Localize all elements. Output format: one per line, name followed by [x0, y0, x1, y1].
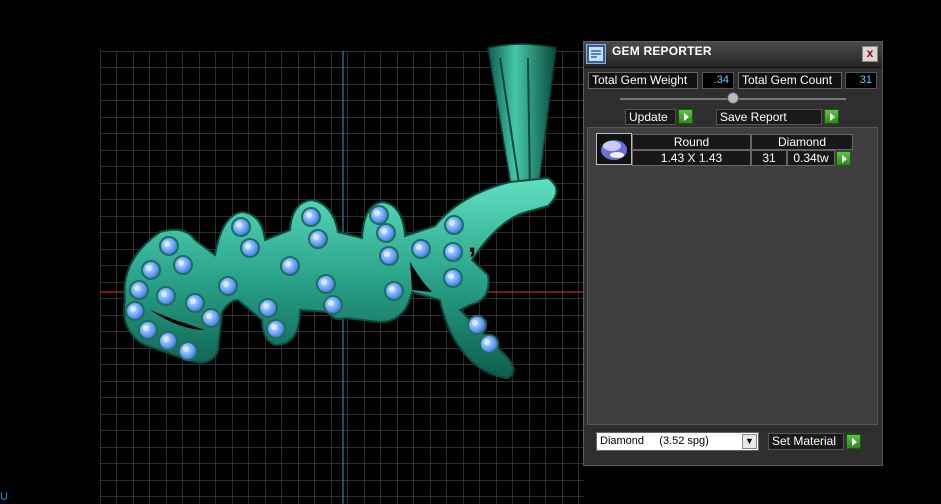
gem-reporter-panel[interactable]: GEM REPORTER x Total Gem Weight .34 Tota…: [583, 41, 883, 466]
gem-highlight: [381, 228, 387, 234]
gem-highlight: [416, 244, 422, 250]
update-button[interactable]: Update: [625, 109, 676, 125]
gem-highlight: [285, 261, 291, 267]
gem-report-table: Round 1.43 X 1.43 Diamond 31 0.34tw: [587, 127, 878, 425]
gem-shape-cell: Round: [632, 134, 751, 150]
gem-highlight: [161, 291, 167, 297]
round-gem-icon: [596, 133, 632, 165]
gem-weight-cell: 0.34tw: [787, 150, 835, 166]
gem-highlight: [143, 325, 149, 331]
gem-highlight: [223, 281, 229, 287]
gem-material-cell: Diamond: [751, 134, 853, 150]
gem-highlight: [389, 286, 395, 292]
set-material-button[interactable]: Set Material: [768, 433, 844, 450]
gem-highlight: [313, 234, 319, 240]
viewport-corner-label: U: [0, 491, 8, 503]
gem-highlight: [472, 320, 478, 326]
gem-highlight: [448, 247, 454, 253]
gem-highlight: [321, 279, 327, 285]
gem-highlight: [384, 251, 390, 257]
gem-highlight: [130, 306, 136, 312]
gem-size-cell: 1.43 X 1.43: [632, 150, 751, 166]
gem-highlight: [245, 243, 251, 249]
save-report-arrow-icon[interactable]: [824, 109, 839, 124]
gem-highlight: [263, 303, 269, 309]
gem-reporter-icon: [586, 44, 606, 64]
update-arrow-icon[interactable]: [678, 109, 693, 124]
save-report-button[interactable]: Save Report: [716, 109, 822, 125]
gem-highlight: [206, 313, 212, 319]
panel-title: GEM REPORTER: [612, 44, 712, 58]
total-gem-weight-label: Total Gem Weight: [588, 72, 698, 89]
gem-highlight: [484, 339, 490, 345]
gem-highlight: [146, 265, 152, 271]
gem-highlight: [190, 298, 196, 304]
material-select[interactable]: Diamond (3.52 spg) ▼: [596, 432, 759, 451]
gem-highlight: [448, 273, 454, 279]
gem-highlight: [178, 260, 184, 266]
svg-text:,: ,: [468, 226, 476, 259]
total-gem-weight-value[interactable]: .34: [702, 72, 734, 89]
gem-highlight: [134, 285, 140, 291]
gem-highlight: [271, 324, 277, 330]
material-select-value: Diamond (3.52 spg): [600, 435, 709, 447]
gem-highlight: [164, 241, 170, 247]
gem-count-cell: 31: [751, 150, 787, 166]
gem-highlight: [328, 300, 334, 306]
chevron-down-icon[interactable]: ▼: [742, 434, 757, 449]
total-gem-count-label: Total Gem Count: [738, 72, 842, 89]
panel-titlebar[interactable]: GEM REPORTER x: [584, 42, 882, 68]
gem-highlight: [183, 346, 189, 352]
gem-highlight: [163, 336, 169, 342]
gem-highlight: [374, 210, 380, 216]
gem-highlight: [306, 212, 312, 218]
gem-highlight: [236, 222, 242, 228]
set-material-arrow-icon[interactable]: [846, 434, 861, 449]
gem-highlight: [449, 220, 455, 226]
gem-row-select-arrow-icon[interactable]: [836, 151, 851, 166]
total-gem-count-value[interactable]: 31: [845, 72, 877, 89]
close-button[interactable]: x: [862, 46, 878, 62]
report-slider-handle[interactable]: [727, 92, 739, 104]
